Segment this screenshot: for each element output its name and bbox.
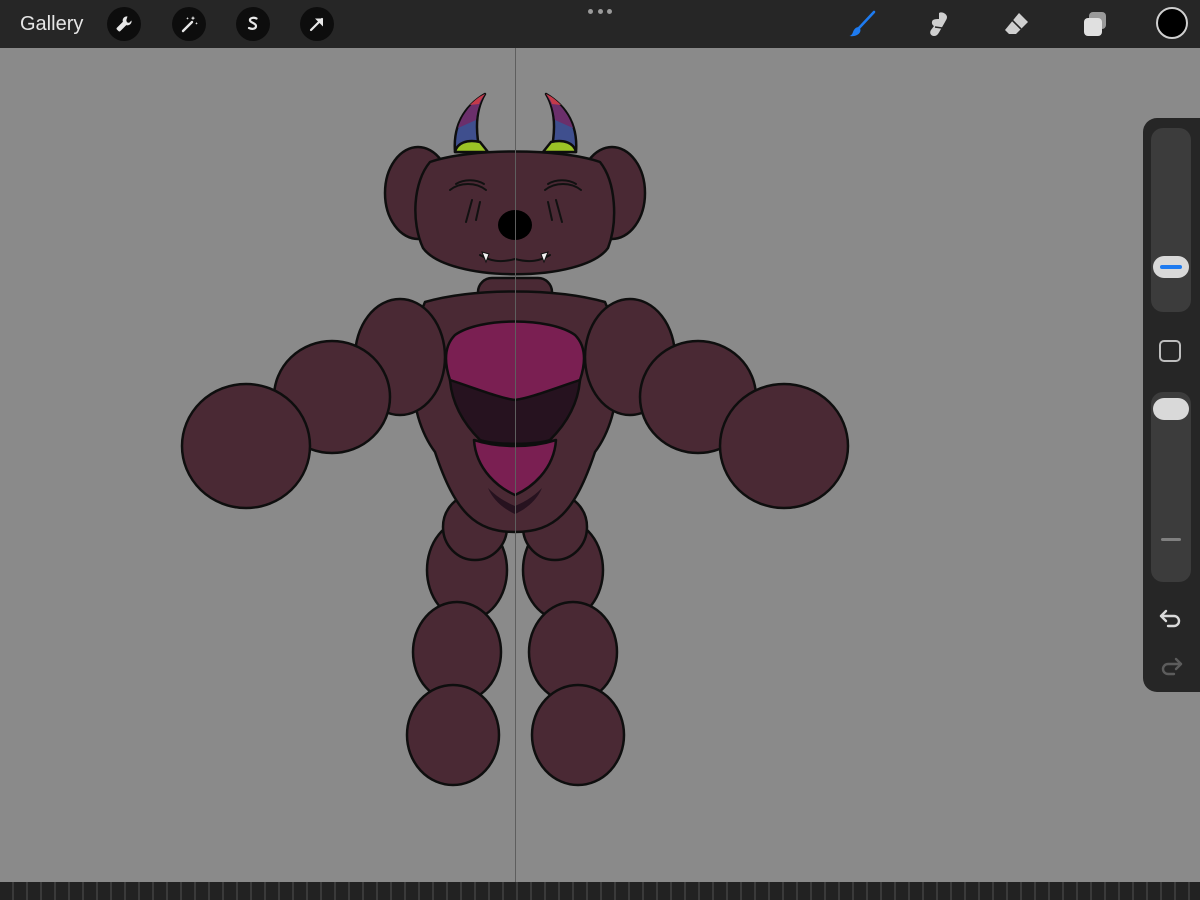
left-hand (180, 382, 312, 510)
top-toolbar: Gallery (0, 0, 1200, 48)
layers-icon[interactable] (1077, 6, 1113, 42)
redo-arrow-icon[interactable] (1157, 654, 1185, 678)
brush-size-slider[interactable] (1151, 128, 1191, 312)
gallery-button[interactable]: Gallery (20, 12, 83, 36)
selection-icon[interactable] (236, 7, 270, 41)
magic-wand-icon[interactable] (172, 7, 206, 41)
right-foot (530, 683, 626, 787)
opacity-mark (1161, 538, 1181, 541)
bottom-strip (0, 882, 1200, 900)
opacity-thumb[interactable] (1153, 398, 1189, 420)
transform-arrow-icon[interactable] (300, 7, 334, 41)
undo-arrow-icon[interactable] (1157, 606, 1185, 630)
more-options-icon[interactable] (588, 6, 612, 16)
opacity-slider[interactable] (1151, 392, 1191, 582)
brush-icon[interactable] (844, 6, 880, 42)
eraser-icon[interactable] (999, 6, 1035, 42)
left-horn (453, 92, 490, 154)
brush-size-thumb[interactable] (1153, 256, 1189, 278)
right-horn (541, 92, 578, 154)
wrench-icon[interactable] (107, 7, 141, 41)
right-hand (718, 382, 850, 510)
side-toolbar (1143, 118, 1200, 692)
left-foot (405, 683, 501, 787)
square-icon[interactable] (1159, 340, 1181, 362)
bear-drawing (180, 92, 850, 787)
color-picker-button[interactable] (1156, 7, 1188, 39)
symmetry-guide (515, 48, 516, 882)
smudge-icon[interactable] (922, 6, 958, 42)
